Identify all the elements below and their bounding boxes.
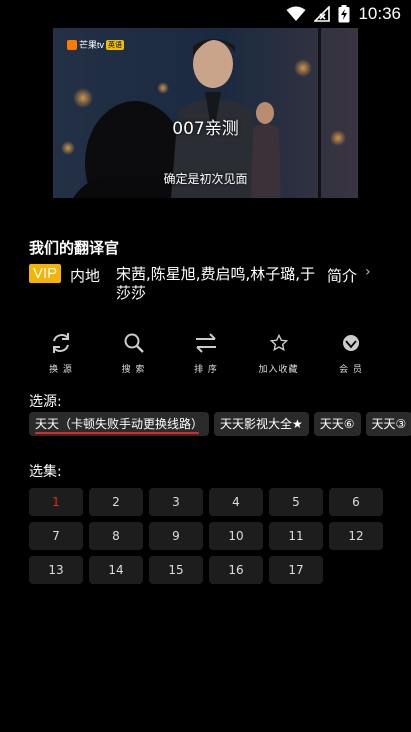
action-label: 换 源 <box>49 365 73 375</box>
episode-button[interactable]: 8 <box>89 522 143 550</box>
episode-button[interactable]: 10 <box>209 522 263 550</box>
episode-button[interactable]: 2 <box>89 488 143 516</box>
action-label: 排 序 <box>194 365 218 375</box>
status-icons: 10:36 <box>286 4 401 24</box>
vip-button[interactable]: 会 员 <box>318 330 384 375</box>
episode-button[interactable]: 1 <box>29 488 83 516</box>
status-time: 10:36 <box>358 4 401 23</box>
sort-icon <box>196 333 216 353</box>
chevron-right-icon[interactable]: › <box>365 264 371 280</box>
action-label: 会 员 <box>339 365 363 375</box>
change-source-button[interactable]: 换 源 <box>28 330 94 375</box>
episode-button[interactable]: 11 <box>269 522 323 550</box>
source-chip[interactable]: 天天⑥ <box>313 412 361 436</box>
source-section-label: 选源: <box>29 394 62 410</box>
video-watermark: 007亲测 <box>172 119 239 139</box>
vip-badge: VIP <box>29 264 62 283</box>
action-label: 搜 索 <box>121 365 146 375</box>
episode-button[interactable]: 17 <box>269 556 323 584</box>
episode-button[interactable]: 3 <box>149 488 203 516</box>
action-label: 加入收藏 <box>258 365 299 375</box>
mango-logo-icon <box>67 39 77 50</box>
episode-button[interactable]: 4 <box>209 488 263 516</box>
star-icon <box>269 334 288 352</box>
show-cast: 宋茜,陈星旭,费启鸣,林子璐,于莎莎 <box>116 265 316 302</box>
episode-button[interactable]: 12 <box>329 522 383 550</box>
search-button[interactable]: 搜 索 <box>101 330 167 375</box>
episode-grid: 1 2 3 4 5 6 7 8 9 10 11 12 13 14 15 16 1… <box>29 488 389 584</box>
source-chip[interactable]: 天天影视大全★ <box>214 412 309 436</box>
status-bar: 10:36 <box>0 0 411 28</box>
episode-button[interactable]: 13 <box>29 556 83 584</box>
episode-button[interactable]: 14 <box>89 556 143 584</box>
episode-button[interactable]: 5 <box>269 488 323 516</box>
source-list: 天天（卡顿失败手动更换线路） 天天影视大全★ 天天⑥ 天天③ <box>29 412 411 438</box>
logo-badge: 英语 <box>106 39 125 50</box>
episode-button[interactable]: 9 <box>149 522 203 550</box>
episode-button[interactable]: 15 <box>149 556 203 584</box>
channel-logo: 芒果tv 英语 <box>67 38 125 51</box>
no-signal-icon <box>314 6 331 22</box>
search-icon <box>124 333 144 353</box>
video-player[interactable]: 芒果tv 英语 007亲测 确定是初次见面 <box>53 28 358 198</box>
wifi-icon <box>286 6 306 21</box>
source-chip[interactable]: 天天③ <box>365 412 411 436</box>
favorite-button[interactable]: 加入收藏 <box>246 330 312 375</box>
episode-button[interactable]: 6 <box>329 488 383 516</box>
intro-link[interactable]: 简介 <box>327 265 357 286</box>
episode-section-label: 选集: <box>29 464 62 480</box>
vip-crown-icon <box>343 335 359 351</box>
battery-charging-icon <box>338 5 350 23</box>
video-subtitle: 确定是初次见面 <box>163 172 248 186</box>
action-row: 换 源 搜 索 排 序 加入收藏 会 员 <box>28 330 384 375</box>
source-chip[interactable]: 天天（卡顿失败手动更换线路） <box>29 412 210 436</box>
show-title: 我们的翻译官 <box>29 239 120 257</box>
episode-button[interactable]: 16 <box>209 556 263 584</box>
show-region: 内地 <box>70 267 101 285</box>
logo-text: 芒果tv <box>79 40 105 50</box>
episode-button[interactable]: 7 <box>29 522 83 550</box>
refresh-icon <box>53 333 69 353</box>
sort-button[interactable]: 排 序 <box>173 330 239 375</box>
